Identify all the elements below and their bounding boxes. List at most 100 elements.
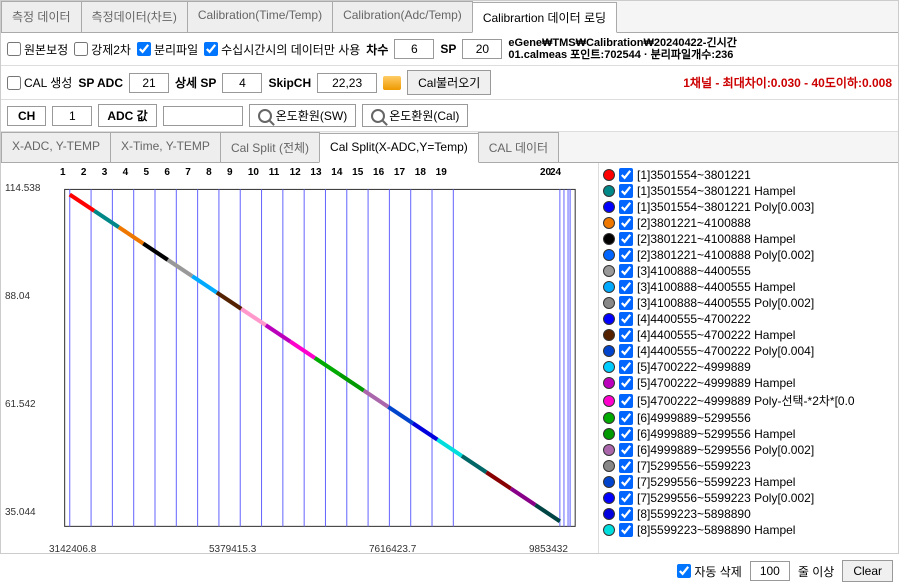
sub-tabs: X-ADC, Y-TEMP X-Time, Y-TEMP Cal Split (… xyxy=(1,132,898,163)
subtab-2[interactable]: Cal Split (전체) xyxy=(220,132,320,162)
input-order[interactable] xyxy=(394,39,434,59)
btn-load-cal[interactable]: Cal불러오기 xyxy=(407,70,491,95)
y-tick: 114.538 xyxy=(5,183,40,194)
chart-vline-label: 6 xyxy=(164,167,170,178)
legend-checkbox[interactable] xyxy=(619,232,633,246)
legend-checkbox[interactable] xyxy=(619,394,633,408)
legend-checkbox[interactable] xyxy=(619,344,633,358)
legend-item[interactable]: [3]4100888~4400555 Hampel xyxy=(603,279,894,295)
legend-item[interactable]: [5]4700222~4999889 Poly-선택-*2차*[0.0 xyxy=(603,391,894,410)
btn-temp-cal[interactable]: 온도환원(Cal) xyxy=(362,104,468,127)
input-detail-sp[interactable] xyxy=(222,73,262,93)
input-adc[interactable] xyxy=(163,106,243,126)
legend-item[interactable]: [8]5599223~5898890 Hampel xyxy=(603,522,894,538)
input-ch[interactable] xyxy=(52,106,92,126)
legend-item[interactable]: [1]3501554~3801221 Poly[0.003] xyxy=(603,199,894,215)
legend-swatch xyxy=(603,185,615,197)
chk-autodelete[interactable]: 자동 삭제 xyxy=(677,563,742,580)
chart-svg xyxy=(7,169,592,557)
legend-item[interactable]: [2]3801221~4100888 xyxy=(603,215,894,231)
main-area: 114.53888.0461.54235.044 3142406.8537941… xyxy=(1,163,898,563)
legend-checkbox[interactable] xyxy=(619,523,633,537)
top-tabs: 측정 데이터 측정데이터(차트) Calibration(Time/Temp) … xyxy=(1,1,898,33)
tab-4[interactable]: Calibrartion 데이터 로딩 xyxy=(472,2,617,33)
legend-checkbox[interactable] xyxy=(619,360,633,374)
legend-item[interactable]: [3]4100888~4400555 xyxy=(603,263,894,279)
subtab-4[interactable]: CAL 데이터 xyxy=(478,132,559,162)
label-detail-sp: 상세 SP xyxy=(175,74,216,91)
chk-force2[interactable]: 강제2차 xyxy=(74,41,131,58)
legend-checkbox[interactable] xyxy=(619,280,633,294)
legend-item[interactable]: [3]4100888~4400555 Poly[0.002] xyxy=(603,295,894,311)
legend-label: [7]5299556~5599223 Hampel xyxy=(637,475,795,489)
search-icon xyxy=(371,109,385,123)
legend-item[interactable]: [4]4400555~4700222 Poly[0.004] xyxy=(603,343,894,359)
subtab-0[interactable]: X-ADC, Y-TEMP xyxy=(1,132,111,162)
chk-hours[interactable]: 수십시간시의 데이터만 사용 xyxy=(204,41,360,58)
legend-item[interactable]: [4]4400555~4700222 Hampel xyxy=(603,327,894,343)
tab-3[interactable]: Calibration(Adc/Temp) xyxy=(332,1,473,32)
legend-checkbox[interactable] xyxy=(619,507,633,521)
legend-checkbox[interactable] xyxy=(619,296,633,310)
legend-item[interactable]: [4]4400555~4700222 xyxy=(603,311,894,327)
legend-item[interactable]: [6]4999889~5299556 xyxy=(603,410,894,426)
legend-checkbox[interactable] xyxy=(619,443,633,457)
input-sp[interactable] xyxy=(462,39,502,59)
legend-item[interactable]: [6]4999889~5299556 Poly[0.002] xyxy=(603,442,894,458)
legend-item[interactable]: [7]5299556~5599223 Hampel xyxy=(603,474,894,490)
legend-checkbox[interactable] xyxy=(619,411,633,425)
legend-label: [4]4400555~4700222 xyxy=(637,312,751,326)
legend-checkbox[interactable] xyxy=(619,427,633,441)
legend-item[interactable]: [5]4700222~4999889 xyxy=(603,359,894,375)
tab-2[interactable]: Calibration(Time/Temp) xyxy=(187,1,333,32)
label-skipch: SkipCH xyxy=(268,76,311,90)
input-spadc[interactable] xyxy=(129,73,169,93)
btn-clear[interactable]: Clear xyxy=(842,560,893,582)
options-row-2: CAL 생성 SP ADC 상세 SP SkipCH Cal불러오기 1채널 -… xyxy=(1,66,898,100)
tab-1[interactable]: 측정데이터(차트) xyxy=(81,1,188,32)
legend-item[interactable]: [7]5299556~5599223 Poly[0.002] xyxy=(603,490,894,506)
chk-calgen[interactable]: CAL 생성 xyxy=(7,74,72,91)
legend-item[interactable]: [2]3801221~4100888 Poly[0.002] xyxy=(603,247,894,263)
legend-checkbox[interactable] xyxy=(619,459,633,473)
legend-checkbox[interactable] xyxy=(619,312,633,326)
subtab-1[interactable]: X-Time, Y-TEMP xyxy=(110,132,221,162)
legend-checkbox[interactable] xyxy=(619,248,633,262)
subtab-3[interactable]: Cal Split(X-ADC,Y=Temp) xyxy=(319,133,479,163)
legend-checkbox[interactable] xyxy=(619,216,633,230)
legend-item[interactable]: [1]3501554~3801221 Hampel xyxy=(603,183,894,199)
legend-item[interactable]: [8]5599223~5898890 xyxy=(603,506,894,522)
chk-split[interactable]: 분리파일 xyxy=(137,41,198,58)
legend-item[interactable]: [7]5299556~5599223 xyxy=(603,458,894,474)
legend-checkbox[interactable] xyxy=(619,168,633,182)
legend-item[interactable]: [6]4999889~5299556 Hampel xyxy=(603,426,894,442)
legend-checkbox[interactable] xyxy=(619,264,633,278)
input-skipch[interactable] xyxy=(317,73,377,93)
legend-checkbox[interactable] xyxy=(619,184,633,198)
legend-swatch xyxy=(603,281,615,293)
chart-vline-label: 17 xyxy=(394,167,405,178)
tab-0[interactable]: 측정 데이터 xyxy=(1,1,82,32)
legend-swatch xyxy=(603,395,615,407)
chk-original[interactable]: 원본보정 xyxy=(7,41,68,58)
legend-item[interactable]: [5]4700222~4999889 Hampel xyxy=(603,375,894,391)
legend-item[interactable]: [1]3501554~3801221 xyxy=(603,167,894,183)
legend-checkbox[interactable] xyxy=(619,200,633,214)
input-lines[interactable] xyxy=(750,561,790,581)
legend-checkbox[interactable] xyxy=(619,328,633,342)
legend-label: [2]3801221~4100888 xyxy=(637,216,751,230)
folder-icon[interactable] xyxy=(383,76,401,90)
legend-checkbox[interactable] xyxy=(619,475,633,489)
legend-checkbox[interactable] xyxy=(619,376,633,390)
legend-swatch xyxy=(603,476,615,488)
legend-label: [8]5599223~5898890 xyxy=(637,507,751,521)
label-sp: SP xyxy=(440,42,456,56)
legend-label: [1]3501554~3801221 Hampel xyxy=(637,184,795,198)
legend-label: [2]3801221~4100888 Hampel xyxy=(637,232,795,246)
btn-temp-sw[interactable]: 온도환원(SW) xyxy=(249,104,356,127)
legend-item[interactable]: [2]3801221~4100888 Hampel xyxy=(603,231,894,247)
legend-checkbox[interactable] xyxy=(619,491,633,505)
legend-label: [1]3501554~3801221 xyxy=(637,168,751,182)
legend-swatch xyxy=(603,508,615,520)
legend-swatch xyxy=(603,201,615,213)
